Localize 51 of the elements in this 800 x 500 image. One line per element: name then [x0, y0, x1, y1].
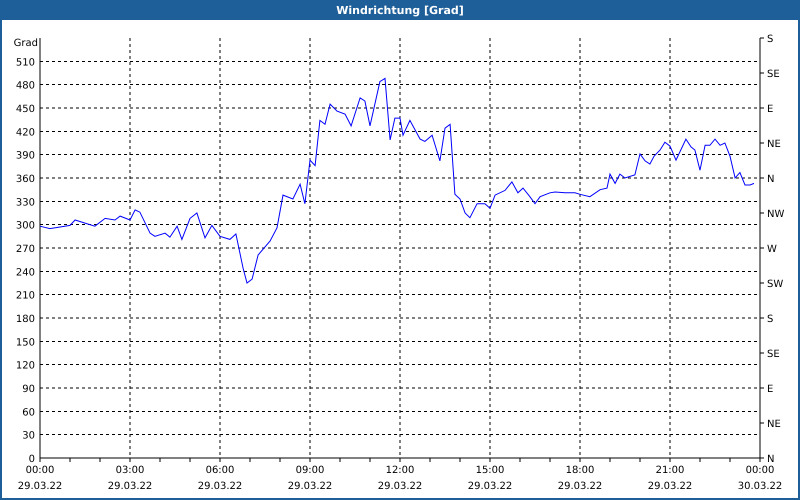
axis-label: 270	[16, 244, 35, 255]
date-label: 29.03.22	[468, 481, 512, 492]
axis-label: 06:00	[206, 465, 234, 476]
axis-label: SE	[767, 69, 780, 80]
date-label: 29.03.22	[198, 481, 242, 492]
date-label: 29.03.22	[648, 481, 692, 492]
axis-label: 240	[16, 267, 35, 278]
axis-label: 09:00	[296, 465, 324, 476]
axis-label: 03:00	[116, 465, 144, 476]
axis-label: 330	[16, 197, 35, 208]
axis-label: S	[767, 314, 774, 325]
axis-label: 120	[16, 360, 35, 372]
axis-label: E	[767, 104, 774, 115]
axis-label: 12:00	[386, 465, 414, 476]
window-title: Windrichtung [Grad]	[336, 4, 464, 16]
date-label: 30.03.22	[738, 481, 782, 492]
axis-label: 180	[16, 314, 35, 325]
axis-label: NE	[767, 139, 781, 150]
axis-label: 150	[16, 337, 35, 348]
axis-label: 480	[16, 80, 35, 92]
axis-label: 90	[22, 384, 35, 395]
axis-label: NW	[767, 209, 784, 220]
axis-label: 360	[16, 174, 35, 185]
date-label: 29.03.22	[108, 481, 152, 492]
axis-label: 0	[28, 454, 35, 465]
axis-label: 420	[16, 127, 35, 138]
axis-title: Grad	[14, 38, 38, 49]
axis-label: N	[767, 174, 774, 185]
date-label: 29.03.22	[558, 481, 602, 492]
axis-label: S	[767, 34, 774, 45]
date-label: 29.03.22	[18, 481, 62, 492]
date-label: 29.03.22	[378, 481, 422, 492]
axis-label: E	[767, 384, 774, 395]
axis-label: 15:00	[476, 465, 504, 476]
axis-label: 300	[16, 220, 35, 232]
axis-label: N	[767, 454, 774, 465]
axis-label: 450	[16, 104, 35, 115]
axis-label: 60	[22, 407, 35, 418]
axis-label: 00:00	[746, 465, 774, 476]
axis-label: NE	[767, 419, 781, 430]
axis-label: SE	[767, 349, 780, 360]
axis-label: W	[767, 244, 777, 255]
axis-label: 510	[16, 57, 35, 68]
axis-label: 210	[16, 290, 35, 302]
date-label: 29.03.22	[288, 481, 332, 492]
axis-label: SW	[767, 279, 784, 290]
axis-label: 00:00	[26, 465, 54, 476]
axis-label: 21:00	[656, 465, 684, 476]
axis-label: 390	[16, 150, 35, 162]
axis-label: 30	[22, 430, 35, 442]
axis-label: 18:00	[566, 465, 594, 476]
